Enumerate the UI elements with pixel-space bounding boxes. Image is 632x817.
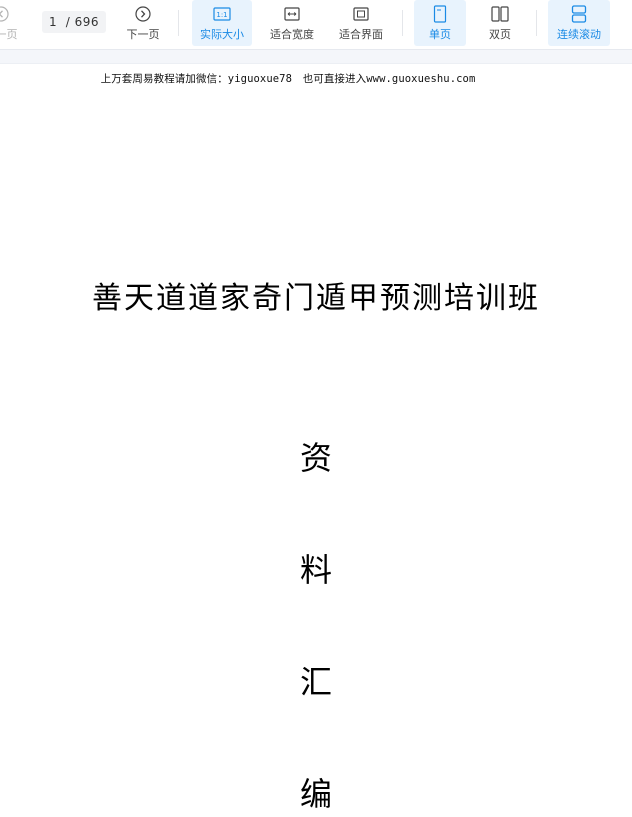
- actual-size-button[interactable]: 1:1 实际大小: [192, 0, 252, 46]
- fit-width-label: 适合宽度: [270, 27, 314, 41]
- chevron-right-circle-icon: [134, 5, 152, 23]
- double-page-label: 双页: [489, 27, 511, 41]
- actual-size-icon: 1:1: [213, 5, 231, 23]
- next-page-label: 下一页: [126, 27, 160, 41]
- fit-page-label: 适合界面: [339, 27, 383, 41]
- fit-page-icon: [352, 5, 370, 23]
- subtitle-char: 汇: [299, 663, 332, 701]
- single-page-label: 单页: [429, 27, 451, 41]
- page-total: 696: [74, 15, 100, 29]
- next-page-button[interactable]: 下一页: [120, 0, 166, 46]
- double-page-icon: [491, 5, 509, 23]
- fit-width-button[interactable]: 适合宽度: [262, 0, 322, 46]
- single-page-icon: [431, 4, 449, 23]
- toolbar-divider: [178, 10, 179, 36]
- fit-page-button[interactable]: 适合界面: [331, 0, 391, 46]
- viewer-toolbar: 上一页 1 / 696 下一页 1:1 实际大小: [0, 0, 632, 50]
- continuous-scroll-button[interactable]: 连续滚动: [548, 0, 610, 46]
- fit-width-icon: [283, 5, 301, 23]
- toolbar-shadow-strip: [0, 50, 632, 64]
- document-page: 上万套周易教程请加微信：yiguoxue78 也可直接进入www.guoxues…: [0, 65, 632, 817]
- page-number-indicator[interactable]: 1 / 696: [42, 11, 106, 33]
- subtitle-char: 资: [299, 439, 332, 477]
- subtitle-char: 编: [299, 775, 332, 813]
- chevron-left-circle-icon: [0, 5, 10, 23]
- subtitle-char: 料: [299, 551, 332, 589]
- double-page-button[interactable]: 双页: [474, 0, 526, 46]
- prev-page-label: 上一页: [0, 27, 18, 41]
- prev-page-button[interactable]: 上一页: [0, 0, 24, 46]
- single-page-button[interactable]: 单页: [414, 0, 466, 46]
- page-header-text: 上万套周易教程请加微信：yiguoxue78 也可直接进入www.guoxues…: [100, 73, 476, 85]
- toolbar-divider: [536, 10, 537, 36]
- toolbar-divider: [402, 10, 403, 36]
- continuous-scroll-label: 连续滚动: [557, 27, 601, 41]
- page-current: 1: [48, 15, 58, 29]
- svg-text:1:1: 1:1: [216, 11, 227, 19]
- actual-size-label: 实际大小: [200, 27, 244, 41]
- continuous-scroll-icon: [570, 4, 588, 23]
- document-title: 善天道道家奇门遁甲预测培训班: [92, 281, 540, 316]
- page-separator: /: [57, 15, 75, 29]
